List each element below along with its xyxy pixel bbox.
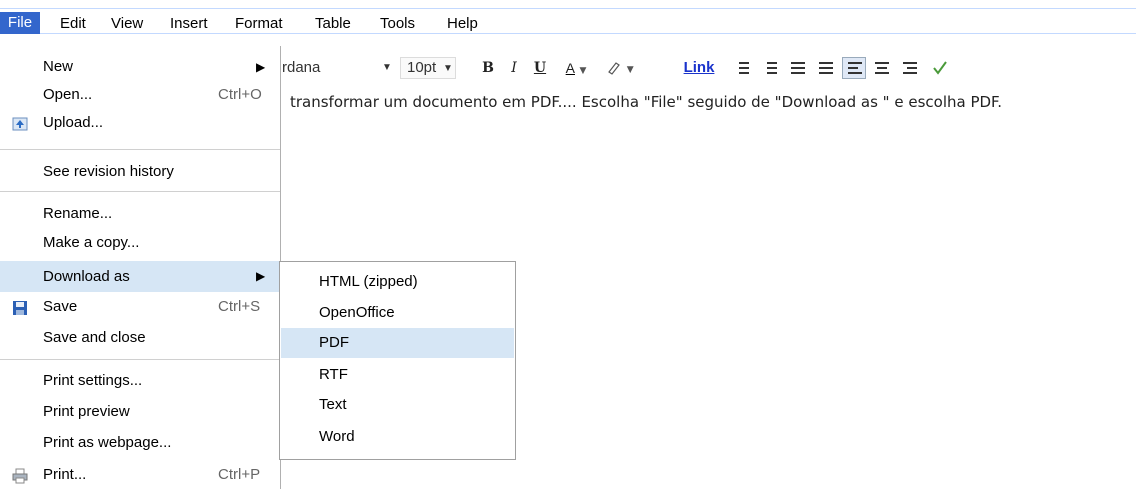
submenu-item-rtf[interactable]: RTF [281, 360, 514, 390]
submenu-item-label: HTML (zipped) [319, 273, 418, 290]
menu-file[interactable]: File [0, 12, 40, 34]
font-size-value: 10pt [407, 59, 437, 76]
menu-shortcut: Ctrl+S [218, 298, 261, 315]
font-family-select[interactable]: rdana ▼ [280, 57, 396, 79]
submenu-item-word[interactable]: Word [281, 422, 514, 452]
font-family-value: rdana [282, 59, 321, 76]
link-button[interactable]: Link [680, 57, 718, 79]
upload-icon [12, 115, 28, 131]
align-center-icon[interactable] [870, 57, 894, 79]
align-left-icon[interactable] [842, 57, 866, 79]
submenu-item-pdf[interactable]: PDF [281, 328, 514, 358]
menu-bar: File Edit View Insert Format Table Tools… [0, 0, 1136, 34]
chevron-down-icon: ▼ [626, 65, 634, 75]
download-as-submenu: HTML (zipped) OpenOffice PDF RTF Text Wo… [279, 261, 516, 460]
bullet-list-icon[interactable] [758, 57, 782, 79]
menu-item-label: Save [43, 298, 78, 315]
menu-edit[interactable]: Edit [60, 14, 86, 34]
menu-shortcut: Ctrl+P [218, 466, 261, 483]
text-color-button[interactable]: A ▼ [556, 57, 596, 79]
menu-item-label: Print... [43, 466, 87, 483]
menu-item-print-as-webpage[interactable]: Print as webpage... [0, 430, 280, 456]
menu-item-upload[interactable]: Upload... [0, 110, 280, 136]
menu-item-label: New [43, 58, 74, 75]
menu-table[interactable]: Table [315, 14, 351, 34]
italic-button[interactable]: I [502, 57, 526, 79]
menu-item-label: Rename... [43, 205, 113, 222]
highlighter-icon [608, 62, 621, 75]
submenu-item-label: PDF [319, 334, 349, 351]
menu-item-make-a-copy[interactable]: Make a copy... [0, 230, 280, 256]
menu-item-label: See revision history [43, 163, 174, 180]
menu-separator [0, 149, 280, 150]
menu-item-label: Save and close [43, 329, 146, 346]
menu-item-print-settings[interactable]: Print settings... [0, 368, 280, 394]
menu-item-download-as[interactable]: Download as ▶ [0, 261, 280, 292]
font-size-select[interactable]: 10pt ▼ [400, 57, 456, 79]
menu-item-label: Print as webpage... [43, 434, 172, 451]
menu-item-print-preview[interactable]: Print preview [0, 399, 280, 425]
text-color-icon: A [565, 60, 575, 76]
menu-item-rename[interactable]: Rename... [0, 201, 280, 227]
underline-button[interactable]: U [528, 57, 552, 79]
submenu-item-openoffice[interactable]: OpenOffice [281, 298, 514, 328]
submenu-item-text[interactable]: Text [281, 390, 514, 420]
menu-view[interactable]: View [111, 14, 143, 34]
bold-button[interactable]: B [476, 57, 500, 79]
decrease-indent-icon[interactable] [786, 57, 810, 79]
highlight-color-button[interactable]: ▼ [600, 57, 640, 79]
menu-item-print[interactable]: Print... Ctrl+P [0, 462, 280, 488]
document-body-text[interactable]: transformar um documento em PDF.... Esco… [290, 93, 1002, 111]
menu-item-save[interactable]: Save Ctrl+S [0, 294, 280, 320]
menu-item-label: Download as [43, 268, 130, 285]
chevron-down-icon: ▼ [382, 62, 392, 73]
align-right-icon[interactable] [898, 57, 922, 79]
submenu-item-label: Text [319, 396, 347, 413]
menu-separator [0, 191, 280, 192]
menu-item-label: Make a copy... [43, 234, 140, 251]
menu-bar-divider [0, 8, 1136, 9]
submenu-item-html-zipped[interactable]: HTML (zipped) [281, 267, 514, 297]
menu-help[interactable]: Help [447, 14, 478, 34]
floppy-icon [12, 299, 28, 315]
increase-indent-icon[interactable] [814, 57, 838, 79]
menu-item-label: Upload... [43, 114, 104, 131]
menu-item-label: Print preview [43, 403, 130, 420]
spellcheck-icon[interactable] [930, 57, 954, 79]
submenu-arrow-icon: ▶ [256, 269, 266, 283]
menu-item-label: Print settings... [43, 372, 143, 389]
menu-insert[interactable]: Insert [170, 14, 208, 34]
submenu-arrow-icon: ▶ [256, 60, 266, 74]
menu-shortcut: Ctrl+O [218, 86, 262, 103]
printer-icon [12, 467, 28, 484]
submenu-item-label: RTF [319, 366, 348, 383]
file-menu: New ▶ Open... Ctrl+O Upload... See revis… [0, 46, 281, 489]
menu-item-see-revision-history[interactable]: See revision history [0, 159, 280, 185]
menu-tools[interactable]: Tools [380, 14, 415, 34]
menu-item-label: Open... [43, 86, 93, 103]
chevron-down-icon: ▼ [579, 66, 587, 76]
chevron-down-icon: ▼ [443, 63, 453, 74]
menu-item-new[interactable]: New ▶ [0, 54, 280, 80]
formatting-toolbar: rdana ▼ 10pt ▼ B I U A ▼ ▼ Link [280, 50, 1136, 82]
numbered-list-icon[interactable] [730, 57, 754, 79]
submenu-item-label: Word [319, 428, 355, 445]
menu-separator [0, 359, 280, 360]
menu-format[interactable]: Format [235, 14, 283, 34]
menu-item-open[interactable]: Open... Ctrl+O [0, 82, 280, 108]
menu-item-save-and-close[interactable]: Save and close [0, 325, 280, 351]
submenu-item-label: OpenOffice [319, 304, 395, 321]
